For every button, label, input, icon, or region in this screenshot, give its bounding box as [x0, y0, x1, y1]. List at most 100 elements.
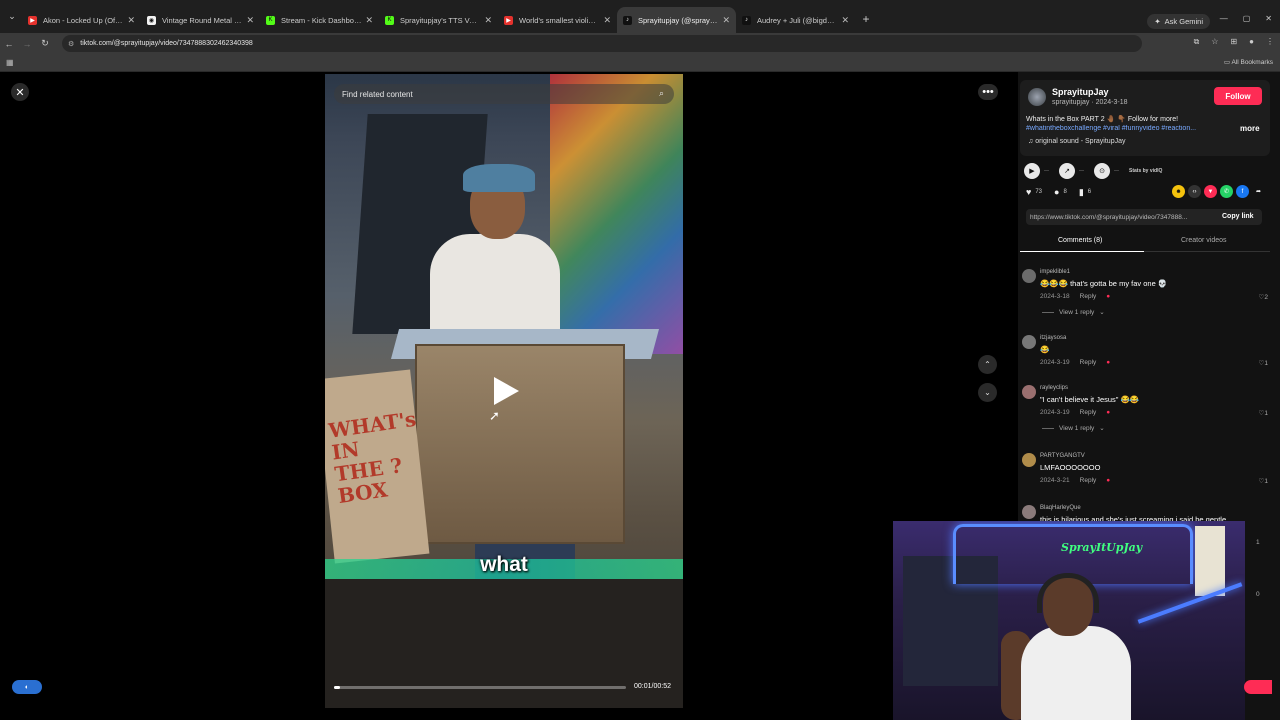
- author-avatar[interactable]: [1028, 88, 1046, 106]
- browser-tab[interactable]: K Stream - Kick Dashboard ✕: [260, 7, 379, 33]
- forward-icon[interactable]: →: [18, 39, 36, 49]
- view-replies[interactable]: View 1 reply ⌄: [1042, 308, 1105, 316]
- tab-close-icon[interactable]: ✕: [127, 15, 135, 26]
- comment-text: "I can't believe it Jesus" 😂😂: [1040, 395, 1140, 404]
- tab-close-icon[interactable]: ✕: [722, 15, 730, 26]
- video-sign-text: WHAT's IN THE ? BOX: [327, 406, 418, 509]
- search-icon[interactable]: ⌕: [659, 88, 664, 99]
- more-options-icon[interactable]: •••: [978, 84, 998, 100]
- tab-comments[interactable]: Comments (8): [1058, 237, 1102, 244]
- mouse-cursor-icon: ➚: [489, 408, 500, 423]
- tiktok-page: ✕ WHAT's IN THE ? BOX Find related conte…: [0, 72, 1280, 720]
- view-replies-label: View 1 reply: [1059, 424, 1095, 432]
- back-icon[interactable]: ←: [0, 39, 18, 49]
- close-video-button[interactable]: ✕: [11, 83, 29, 101]
- view-replies[interactable]: View 1 reply ⌄: [1042, 424, 1105, 432]
- tab-close-icon[interactable]: ✕: [246, 15, 254, 26]
- browser-tab[interactable]: ◉ Vintage Round Metal Polarized✕: [141, 7, 260, 33]
- tab-close-icon[interactable]: ✕: [841, 15, 849, 26]
- send-to-friends-icon[interactable]: ▼: [1204, 185, 1217, 198]
- new-tab-button[interactable]: +: [855, 12, 877, 26]
- tab-close-icon[interactable]: ✕: [603, 15, 611, 26]
- comment-date: 2024-3-19: [1040, 409, 1070, 416]
- follow-button[interactable]: Follow: [1214, 87, 1262, 105]
- tab-close-icon[interactable]: ✕: [365, 15, 373, 26]
- browser-tab[interactable]: ♪ Audrey + Juli (@bigdaddydivas ✕: [736, 7, 855, 33]
- views-count: —: [1044, 168, 1049, 174]
- whatsapp-icon[interactable]: ✆: [1220, 185, 1233, 198]
- maximize-icon[interactable]: ▢: [1243, 14, 1251, 23]
- profile-icon[interactable]: ●: [1249, 37, 1254, 47]
- tab-close-icon[interactable]: ✕: [484, 15, 492, 26]
- comment-icon[interactable]: ●: [1054, 187, 1059, 197]
- reply-button[interactable]: Reply: [1080, 409, 1097, 416]
- heart-icon[interactable]: ♥: [1026, 187, 1031, 197]
- next-video-icon[interactable]: ⌄: [978, 383, 997, 402]
- browser-tab[interactable]: K Sprayitupjay's TTS Voice List | K ✕: [379, 7, 498, 33]
- comment-username[interactable]: PARTYGANGTV: [1040, 453, 1085, 459]
- browser-tab[interactable]: ▶ Akon - Locked Up (Official Mu ✕: [22, 7, 141, 33]
- reload-icon[interactable]: ↻: [36, 38, 54, 49]
- comment-like[interactable]: ♡1: [1259, 477, 1268, 485]
- tab-creator-videos[interactable]: Creator videos: [1181, 237, 1227, 244]
- share-icons: ☻ ‹› ▼ ✆ f ➦: [1172, 185, 1265, 198]
- copy-link-button[interactable]: Copy link: [1222, 213, 1254, 220]
- views-play-icon[interactable]: ▶: [1024, 163, 1040, 179]
- comment-like[interactable]: ♡1: [1259, 409, 1268, 417]
- ask-gemini-label: Ask Gemini: [1164, 17, 1203, 26]
- previous-video-icon[interactable]: ⌃: [978, 355, 997, 374]
- comment-avatar[interactable]: [1022, 269, 1036, 283]
- tab-title: Sprayitupjay's TTS Voice List | K: [400, 15, 480, 25]
- comment-username[interactable]: rayleyclips: [1040, 385, 1068, 391]
- comment-username[interactable]: impeklible1: [1040, 269, 1070, 275]
- engagement-icon[interactable]: ⊙: [1094, 163, 1110, 179]
- video-link[interactable]: https://www.tiktok.com/@sprayitupjay/vid…: [1030, 214, 1190, 221]
- comment-like[interactable]: ♡1: [1259, 359, 1268, 367]
- apps-grid-icon[interactable]: ▦: [6, 58, 14, 67]
- tab-search-icon[interactable]: ⌄: [2, 7, 22, 27]
- sound-row[interactable]: ♫ original sound - SprayitupJay: [1028, 138, 1125, 145]
- comment-username[interactable]: BlaqHarleyQue: [1040, 505, 1081, 511]
- browser-tab[interactable]: ♪ Sprayitupjay (@sprayitupjay) | ✕: [617, 7, 736, 33]
- menu-kebab-icon[interactable]: ⋮: [1266, 37, 1274, 47]
- reply-button[interactable]: Reply: [1080, 477, 1097, 484]
- share-more-icon[interactable]: ➦: [1252, 185, 1265, 198]
- more-link[interactable]: more: [1240, 124, 1260, 133]
- author-name[interactable]: SprayitupJay: [1052, 87, 1109, 97]
- tab-favicon-icon: ♪: [623, 15, 632, 25]
- video-progress-bar[interactable]: [334, 686, 626, 689]
- cast-icon[interactable]: ⧉: [1194, 37, 1200, 47]
- stats-by-vidiq[interactable]: Stats by vidIQ: [1129, 168, 1162, 174]
- play-icon[interactable]: [492, 376, 520, 406]
- comment-text: 😂😂😂 that's gotta be my fav one 💀: [1040, 279, 1168, 288]
- reply-button[interactable]: Reply: [1080, 359, 1097, 366]
- comment-avatar[interactable]: [1022, 385, 1036, 399]
- facebook-icon[interactable]: f: [1236, 185, 1249, 198]
- comment-avatar[interactable]: [1022, 453, 1036, 467]
- find-related-search[interactable]: Find related content ⌕: [334, 84, 674, 104]
- all-bookmarks[interactable]: ▭ All Bookmarks: [1224, 58, 1273, 66]
- video-hashtags[interactable]: #whatintheboxchallenge #viral #funnyvide…: [1026, 125, 1216, 132]
- comment-like-count[interactable]: 0: [1256, 591, 1260, 598]
- comment-avatar[interactable]: [1022, 505, 1036, 519]
- get-app-button[interactable]: [1244, 680, 1272, 694]
- embed-icon[interactable]: ‹›: [1188, 185, 1201, 198]
- repost-icon[interactable]: ☻: [1172, 185, 1185, 198]
- reply-button[interactable]: Reply: [1080, 293, 1097, 300]
- bookmark-star-icon[interactable]: ☆: [1211, 37, 1218, 47]
- extensions-icon[interactable]: ⊞: [1230, 37, 1237, 47]
- browser-tab[interactable]: ▶ World's smallest violin - Spong ✕: [498, 7, 617, 33]
- comment-username[interactable]: itzjaysosa: [1040, 335, 1066, 341]
- bookmark-icon[interactable]: ▮: [1079, 187, 1084, 198]
- shares-arrow-icon[interactable]: ↗: [1059, 163, 1075, 179]
- site-info-icon[interactable]: ⚙: [68, 40, 74, 48]
- chevron-down-icon: ⌄: [1099, 309, 1105, 316]
- comment-avatar[interactable]: [1022, 335, 1036, 349]
- address-bar[interactable]: ⚙ tiktok.com/@sprayitupjay/video/7347888…: [62, 35, 1142, 52]
- close-window-icon[interactable]: ✕: [1265, 14, 1272, 23]
- ask-gemini-button[interactable]: ✦ Ask Gemini: [1147, 14, 1210, 29]
- comment-like-count[interactable]: 1: [1256, 539, 1260, 546]
- extension-badge-icon[interactable]: ◐: [12, 680, 42, 694]
- comment-like[interactable]: ♡2: [1259, 293, 1268, 301]
- minimize-icon[interactable]: —: [1220, 14, 1228, 23]
